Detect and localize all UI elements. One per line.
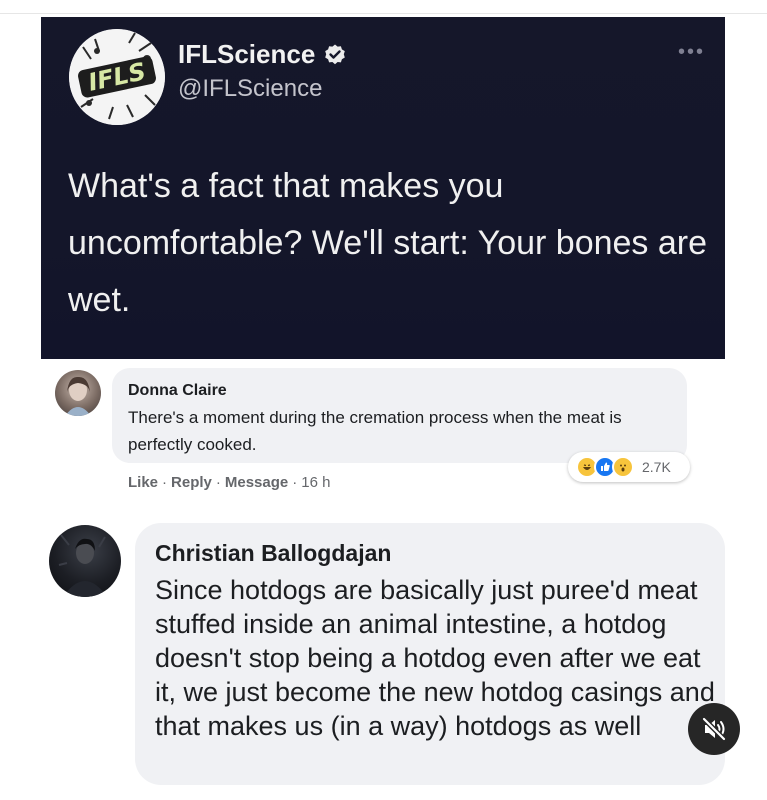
comment-actions: Like · Reply · Message · 16 h (128, 474, 330, 491)
reaction-summary[interactable]: 2.7K (568, 452, 690, 482)
mute-button[interactable] (688, 703, 740, 755)
avatar-donna-claire[interactable] (55, 370, 101, 416)
avatar-christian-ballogdajan[interactable] (49, 525, 121, 597)
profile-photo-icon (58, 534, 107, 597)
reply-link[interactable]: Reply (171, 474, 212, 491)
comment-bubble-christian: Christian Ballogdajan Since hotdogs are … (135, 523, 725, 785)
commenter-name[interactable]: Christian Ballogdajan (155, 540, 391, 567)
message-link[interactable]: Message (225, 474, 288, 491)
separator-dot: · (292, 474, 298, 491)
speaker-muted-icon (701, 716, 727, 742)
comment-bubble-donna: Donna Claire There's a moment during the… (112, 368, 687, 463)
like-link[interactable]: Like (128, 474, 158, 491)
more-options-icon[interactable]: ••• (678, 41, 705, 64)
commenter-name[interactable]: Donna Claire (128, 382, 227, 400)
profile-photo-icon (65, 376, 91, 416)
tweet-text: What's a fact that makes you uncomfortab… (68, 167, 708, 319)
tweet-card[interactable]: IFLS IFLScience @IFLScience ••• What's a… (41, 17, 725, 359)
ifls-logo-icon: IFLS (69, 29, 165, 125)
separator-dot: · (162, 474, 168, 491)
tweet-display-name-row: IFLScience (178, 39, 347, 70)
reaction-count: 2.7K (642, 459, 671, 475)
verified-badge-icon (325, 44, 346, 64)
ifls-avatar[interactable]: IFLS (69, 29, 165, 125)
wow-icon (612, 456, 634, 478)
top-divider (0, 13, 767, 14)
comment-text: There's a moment during the cremation pr… (128, 408, 622, 454)
separator-dot: · (215, 474, 221, 491)
tweet-display-name[interactable]: IFLScience (178, 39, 315, 70)
comment-text: Since hotdogs are basically just puree'd… (155, 575, 715, 741)
comment-timestamp[interactable]: 16 h (301, 474, 330, 491)
tweet-handle[interactable]: @IFLScience (178, 75, 322, 103)
